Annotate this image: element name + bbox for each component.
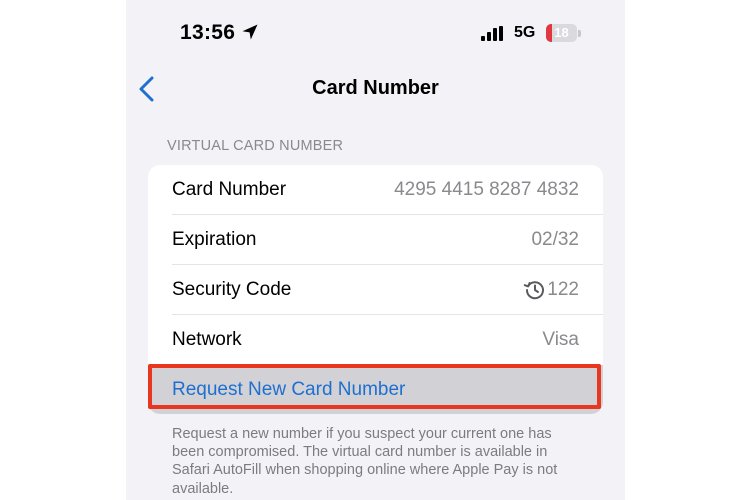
page-title: Card Number [312,77,439,99]
battery-level: 18 [554,25,569,40]
expiration-value: 02/32 [531,229,579,250]
battery-icon: 18 [546,24,577,42]
network-row[interactable]: Network Visa [148,315,603,365]
chevron-left-icon[interactable] [136,74,158,104]
refresh-clock-icon [523,281,544,300]
signal-icon [481,26,503,41]
navigation-bar: Card Number [126,70,625,108]
row-label: Security Code [172,279,292,300]
card-number-value: 4295 4415 8287 4832 [394,179,579,200]
location-arrow-icon [242,24,258,40]
highlight-annotation [148,364,601,409]
card-number-row[interactable]: Card Number 4295 4415 8287 4832 [148,165,603,215]
expiration-row[interactable]: Expiration 02/32 [148,215,603,265]
row-label: Network [172,329,242,350]
security-code-value: 122 [547,279,579,300]
phone-screen: 13:56 5G 18 Card Number VIRTUAL CARD NUM… [126,0,625,500]
network-value: Visa [542,329,579,350]
status-bar: 13:56 5G 18 [126,0,625,70]
row-label: Card Number [172,179,287,200]
network-label: 5G [514,24,536,41]
status-time: 13:56 [180,21,236,44]
section-header: VIRTUAL CARD NUMBER [167,138,344,154]
footer-note: Request a new number if you suspect your… [172,426,558,497]
battery-cap [578,30,581,37]
security-code-row[interactable]: Security Code 122 [148,265,603,315]
row-label: Expiration [172,229,257,250]
